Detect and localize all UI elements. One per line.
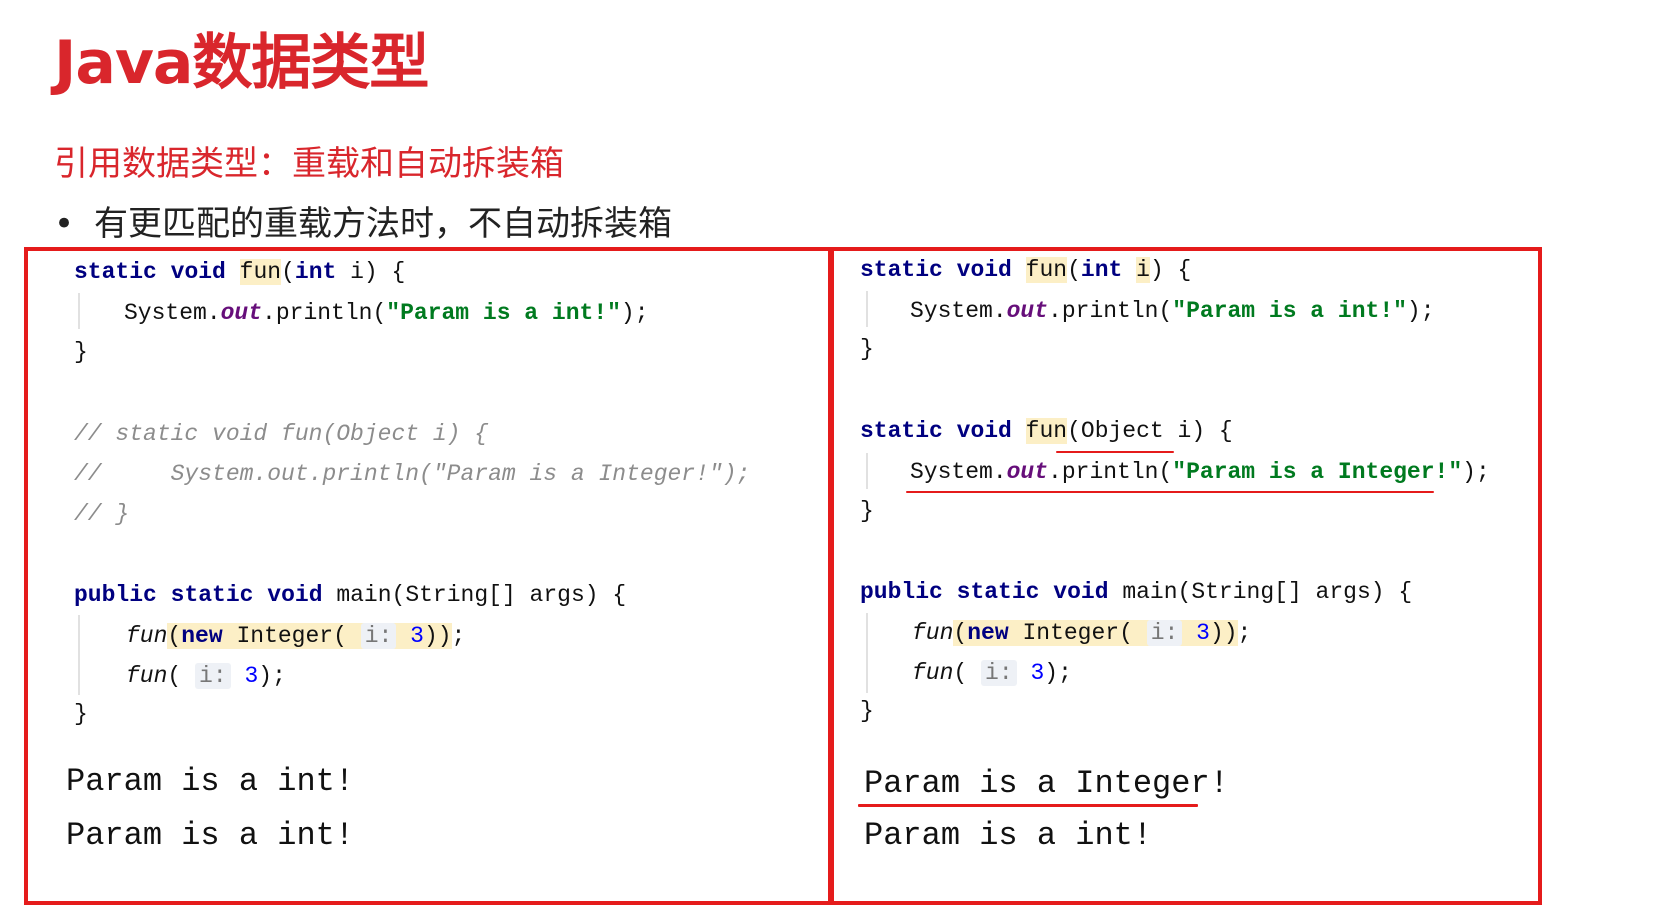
console-output-line: Param is a Integer! <box>864 765 1229 802</box>
code-comment-line: // static void fun(Object i) { <box>74 421 489 447</box>
red-underline-annotation <box>858 804 1198 807</box>
console-output-line: Param is a int! <box>66 763 355 800</box>
code-line-fun-object: static void fun(Object i) { <box>860 418 1233 444</box>
code-line-fun-int: static void fun(int i) { <box>860 257 1192 283</box>
code-line-println-integer: System.out.println("Param is a Integer!"… <box>910 459 1490 485</box>
indent-guide <box>866 291 868 327</box>
bullet-text: 有更匹配的重载方法时，不自动拆装箱 <box>94 204 672 244</box>
bullet-point: • 有更匹配的重载方法时，不自动拆装箱 <box>54 196 672 245</box>
code-line-fun-new-integer: fun(new Integer( i: 3)); <box>912 620 1252 646</box>
code-panel-right: static void fun(int i) { System.out.prin… <box>830 247 1542 905</box>
red-underline-annotation <box>906 491 1434 493</box>
code-panel-left: static void fun(int i) { System.out.prin… <box>24 247 832 905</box>
red-underline-annotation <box>1056 451 1174 453</box>
code-line-println-int: System.out.println("Param is a int!"); <box>124 300 649 326</box>
code-line-close-brace: } <box>74 701 88 727</box>
code-line-main: public static void main(String[] args) { <box>860 579 1413 605</box>
code-comment-line: // } <box>74 501 130 527</box>
code-line-println-int: System.out.println("Param is a int!"); <box>910 298 1435 324</box>
code-line-close-brace: } <box>74 339 88 365</box>
code-line-close-brace: } <box>860 336 874 362</box>
console-output-line: Param is a int! <box>66 817 355 854</box>
bullet-dot-icon: • <box>54 204 75 244</box>
slide-title: Java数据类型 <box>54 28 429 98</box>
indent-guide <box>78 615 80 695</box>
indent-guide <box>866 453 868 489</box>
code-line-fun-new-integer: fun(new Integer( i: 3)); <box>126 623 466 649</box>
code-line-main: public static void main(String[] args) { <box>74 582 627 608</box>
code-line-close-brace: } <box>860 498 874 524</box>
indent-guide <box>78 293 80 329</box>
code-line-fun-int: static void fun(int i) { <box>74 259 406 285</box>
code-comment-line: // System.out.println("Param is a Intege… <box>74 461 751 487</box>
indent-guide <box>866 613 868 693</box>
slide-subtitle: 引用数据类型：重载和自动拆装箱 <box>54 144 564 184</box>
code-line-close-brace: } <box>860 698 874 724</box>
console-output-line: Param is a int! <box>864 817 1153 854</box>
code-line-fun-int-literal: fun( i: 3); <box>912 660 1072 686</box>
code-line-fun-int-literal: fun( i: 3); <box>126 663 286 689</box>
